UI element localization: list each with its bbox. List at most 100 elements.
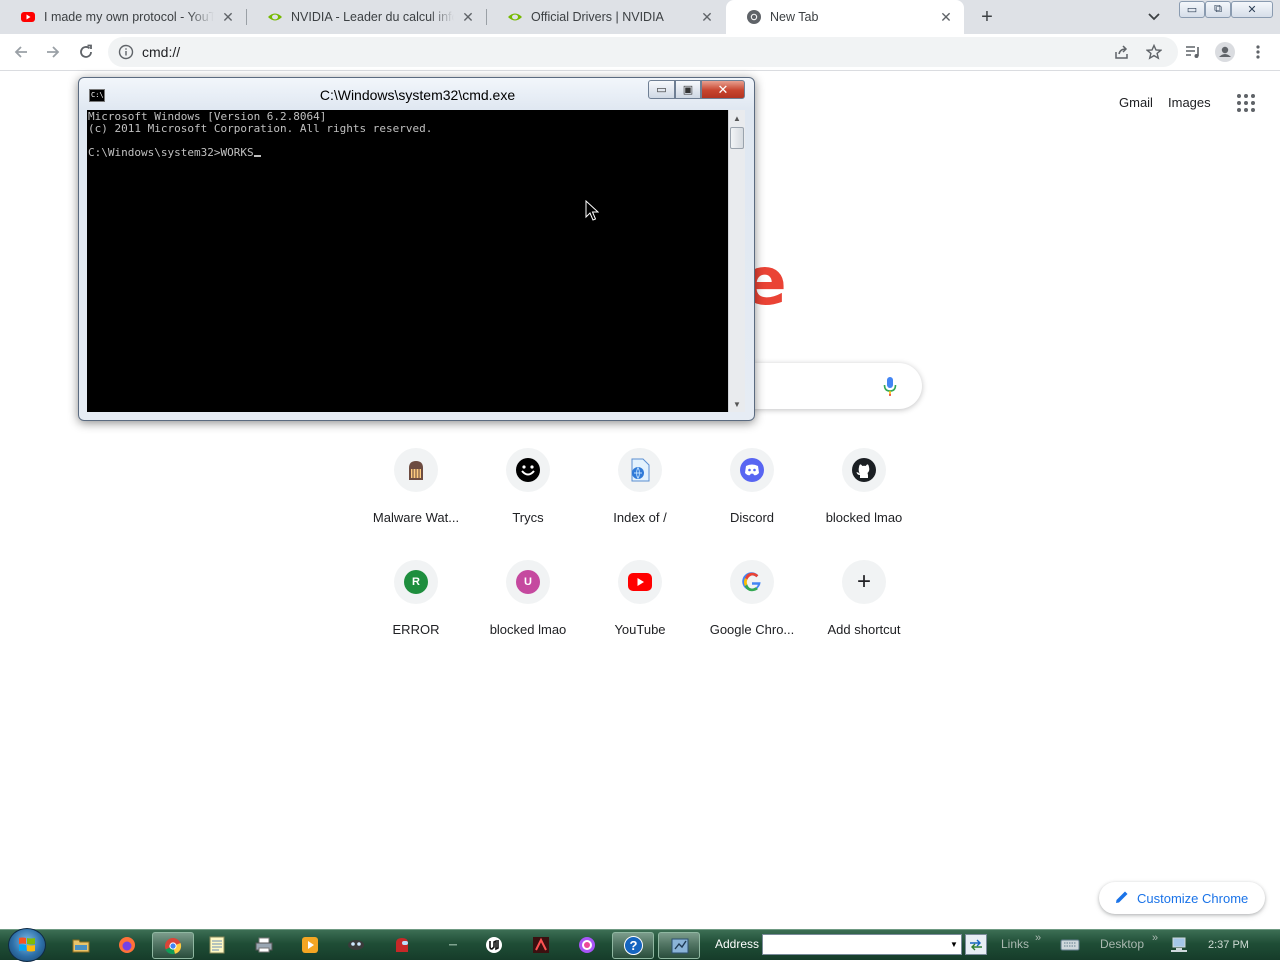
close-tab-icon[interactable]: ✕ [938, 9, 954, 25]
github-icon [852, 458, 876, 482]
malware-icon [409, 461, 423, 480]
images-link[interactable]: Images [1168, 95, 1211, 110]
shortcut-title: YouTube [614, 622, 666, 637]
network-tray-icon[interactable] [1168, 934, 1190, 956]
taskbar-address-input[interactable] [762, 934, 962, 955]
chevron-down-icon[interactable]: ▼ [947, 935, 961, 954]
cmd-close-button[interactable]: ✕ [701, 80, 745, 99]
taskbar-clock[interactable]: 2:37 PM [1208, 939, 1249, 951]
taskbar-address-label: Address [715, 937, 760, 951]
console-prompt-line: C:\Windows\system32>WORKS [88, 147, 727, 159]
share-button[interactable] [1108, 38, 1136, 66]
cmd-minimize-button[interactable]: ▭ [648, 80, 675, 99]
bookmark-button[interactable] [1140, 38, 1168, 66]
chrome-taskbar-button[interactable] [152, 932, 194, 959]
microphone-icon[interactable] [882, 376, 898, 396]
windows-logo-icon [19, 937, 35, 952]
help-taskbar-button[interactable]: ? [612, 932, 654, 959]
new-tab-button[interactable]: + [975, 5, 999, 29]
unreal-taskbar-icon[interactable] [483, 934, 505, 956]
scroll-thumb[interactable] [730, 127, 744, 149]
tab-youtube[interactable]: I made my own protocol - YouTube ✕ [0, 0, 246, 34]
console-prompt: C:\Windows\system32>WORKS [88, 146, 254, 159]
shortcut-title: blocked lmao [825, 510, 903, 525]
window-maximize-button[interactable]: ⧉ [1205, 1, 1231, 18]
media-taskbar-icon[interactable] [299, 934, 321, 956]
info-icon[interactable] [118, 44, 134, 60]
window-close-button[interactable]: ✕ [1231, 1, 1273, 18]
cmd-maximize-button[interactable]: ▣ [675, 80, 701, 99]
app-taskbar-icon[interactable] [345, 934, 367, 956]
firefox-taskbar-icon[interactable] [116, 934, 138, 956]
shortcut-index-of[interactable]: Index of / [584, 430, 696, 542]
youtube-icon [628, 573, 652, 591]
scroll-up-arrow-icon[interactable]: ▲ [729, 110, 745, 126]
address-bar[interactable]: cmd:// [108, 37, 1178, 67]
go-arrows-icon [970, 939, 982, 950]
share-icon [1115, 45, 1128, 59]
forward-button[interactable] [39, 38, 67, 66]
apps-grid-icon[interactable] [1236, 93, 1256, 113]
nvidia-icon [508, 13, 522, 21]
cmd-window[interactable]: C:\ C:\Windows\system32\cmd.exe ▭ ▣ ✕ Mi… [78, 77, 755, 421]
window-minimize-button[interactable]: ▭ [1179, 1, 1205, 18]
scroll-down-arrow-icon[interactable]: ▼ [729, 396, 745, 412]
game-taskbar-icon[interactable] [391, 934, 413, 956]
reload-button[interactable] [72, 38, 100, 66]
shortcut-trycs[interactable]: Trycs [472, 430, 584, 542]
taskbar: ? Address ▼ Links » Desktop » 2:37 PM [0, 928, 1280, 962]
notepad-taskbar-icon[interactable] [206, 934, 228, 956]
links-toolbar[interactable]: Links [1001, 937, 1029, 951]
close-tab-icon[interactable]: ✕ [220, 9, 236, 25]
letter-r-icon: R [404, 570, 428, 594]
desktop-toolbar[interactable]: Desktop [1100, 937, 1144, 951]
shortcut-title: Google Chro... [709, 622, 795, 637]
tab-official-drivers[interactable]: Official Drivers | NVIDIA ✕ [487, 0, 725, 34]
add-shortcut-button[interactable]: + Add shortcut [808, 542, 920, 654]
customize-chrome-button[interactable]: Customize Chrome [1099, 882, 1265, 914]
tab-nvidia-leader[interactable]: NVIDIA - Leader du calcul informatique ✕ [247, 0, 486, 34]
messenger-taskbar-icon[interactable] [576, 934, 598, 956]
editor-taskbar-icon[interactable] [530, 934, 552, 956]
close-tab-icon[interactable]: ✕ [460, 9, 476, 25]
tab-title: Official Drivers | NVIDIA [531, 10, 664, 24]
plus-icon: + [842, 560, 886, 604]
tab-strip: I made my own protocol - YouTube ✕ NVIDI… [0, 0, 1280, 34]
tab-title: New Tab [770, 10, 819, 24]
tab-search-button[interactable] [1141, 5, 1167, 29]
forward-arrow-icon [47, 46, 60, 58]
cmd-taskbar-button[interactable] [658, 932, 700, 959]
chrome-menu-button[interactable] [1244, 38, 1272, 66]
start-button[interactable] [8, 928, 46, 962]
shortcut-blocked-u[interactable]: U blocked lmao [472, 542, 584, 654]
letter-u-icon: U [516, 570, 540, 594]
links-chevron-icon[interactable]: » [1035, 932, 1041, 944]
profile-button[interactable] [1211, 38, 1239, 66]
console-output[interactable]: Microsoft Windows [Version 6.2.8064] (c)… [87, 110, 728, 412]
keyboard-taskbar-icon[interactable] [1059, 934, 1081, 956]
close-tab-icon[interactable]: ✕ [699, 9, 715, 25]
desktop-chevron-icon[interactable]: » [1152, 932, 1158, 944]
shortcut-title: ERROR [392, 622, 440, 637]
tab-new-tab[interactable]: New Tab ✕ [726, 0, 964, 34]
address-text[interactable]: cmd:// [142, 44, 180, 60]
shortcut-google-chrome[interactable]: Google Chro... [696, 542, 808, 654]
blank-taskbar-icon[interactable] [442, 934, 464, 956]
shortcut-youtube[interactable]: YouTube [584, 542, 696, 654]
cmd-scrollbar[interactable]: ▲ ▼ [728, 110, 745, 412]
reading-list-button[interactable] [1179, 38, 1207, 66]
go-button[interactable] [965, 934, 987, 955]
media-list-icon [1186, 46, 1199, 58]
explorer-taskbar-icon[interactable] [70, 934, 92, 956]
back-button[interactable] [7, 38, 35, 66]
shortcut-error[interactable]: R ERROR [360, 542, 472, 654]
shortcut-github[interactable]: blocked lmao [808, 430, 920, 542]
printer-taskbar-icon[interactable] [253, 934, 275, 956]
shortcut-malware-watch[interactable]: Malware Wat... [360, 430, 472, 542]
shortcut-icon-container [730, 448, 774, 492]
kebab-menu-icon [1256, 45, 1260, 59]
shortcut-icon-container: R [394, 560, 438, 604]
shortcut-discord[interactable]: Discord [696, 430, 808, 542]
shortcut-icon-container [730, 560, 774, 604]
gmail-link[interactable]: Gmail [1119, 95, 1153, 110]
